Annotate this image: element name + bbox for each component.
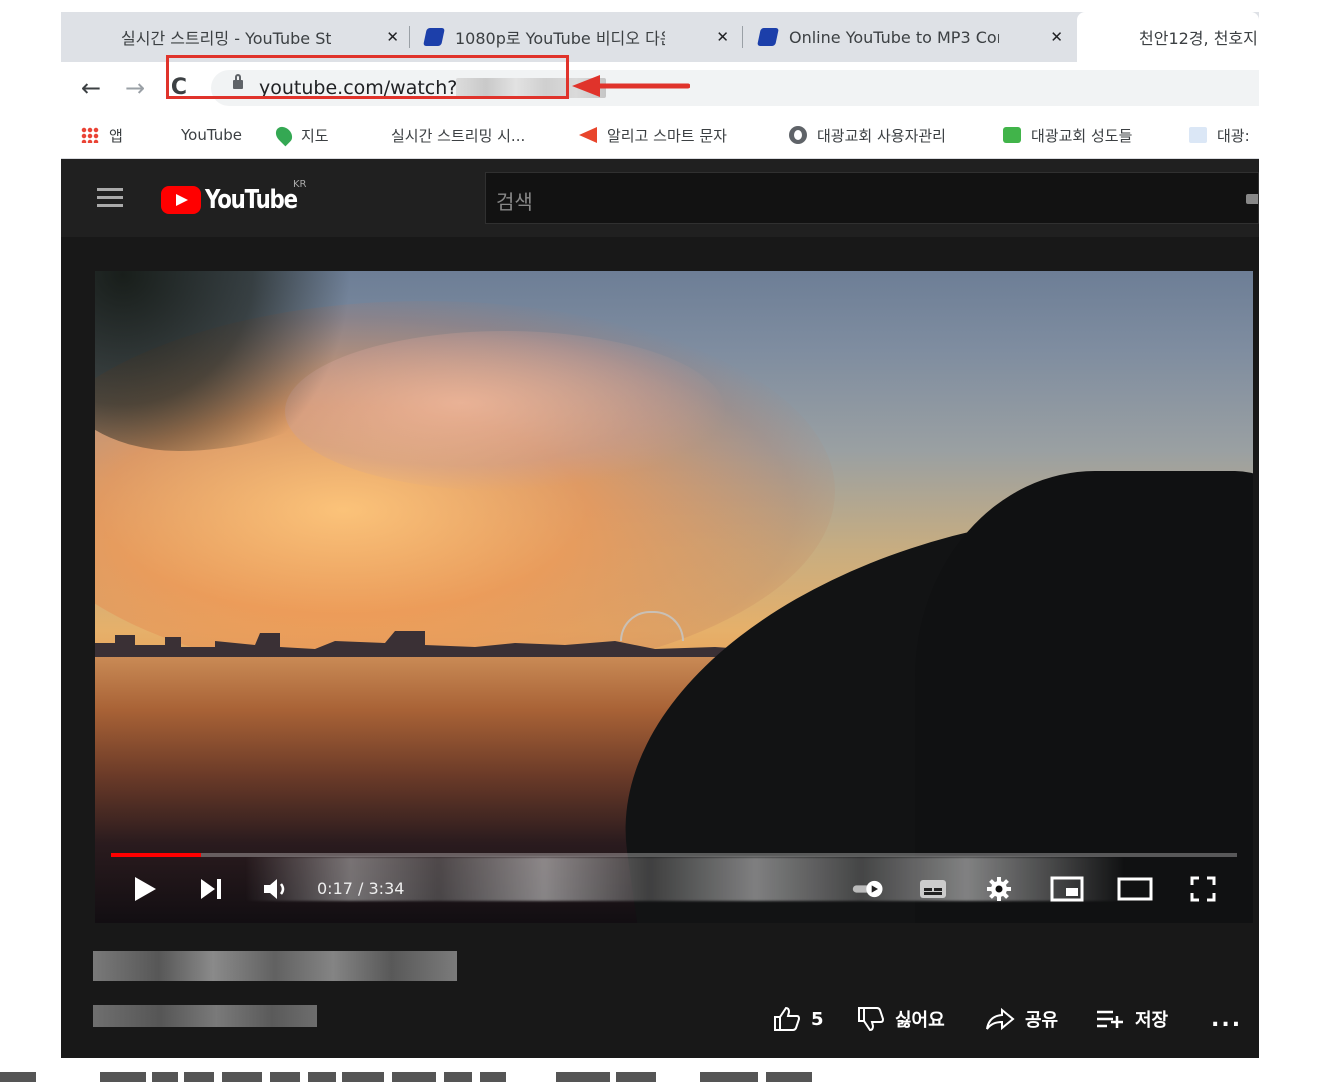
downloader-icon bbox=[423, 28, 445, 46]
bookmark-label: 알리고 스마트 문자 bbox=[607, 126, 727, 145]
maps-icon bbox=[272, 123, 296, 147]
tab-mp3-converter[interactable]: Online YouTube to MP3 Conver ✕ bbox=[757, 12, 1075, 62]
youtube-play-icon bbox=[161, 186, 201, 214]
volume-button[interactable] bbox=[259, 871, 295, 907]
search-input[interactable]: 검색 bbox=[485, 172, 1259, 224]
bookmark-label: 앱 bbox=[109, 126, 123, 145]
app-icon bbox=[1003, 127, 1021, 143]
tab-label: 1080p로 YouTube 비디오 다운로 bbox=[455, 29, 665, 48]
bookmark-user-admin[interactable]: 대광교회 사용자관리 bbox=[789, 124, 946, 146]
video-player[interactable]: 0:17 / 3:34 bbox=[95, 271, 1253, 923]
browser-window: 실시간 스트리밍 - YouTube Stud ✕ 1080p로 YouTube… bbox=[61, 12, 1259, 1058]
logo-text: YouTube bbox=[205, 185, 298, 215]
bookmark-label: 실시간 스트리밍 시... bbox=[391, 126, 526, 145]
bookmark-members[interactable]: 대광교회 성도들 bbox=[1003, 124, 1132, 146]
back-button[interactable]: ← bbox=[77, 74, 105, 102]
search-placeholder: 검색 bbox=[496, 190, 533, 214]
bookmark-label: 대광교회 성도들 bbox=[1031, 126, 1133, 145]
country-code: KR bbox=[293, 179, 307, 190]
settings-gear-icon[interactable] bbox=[981, 871, 1017, 907]
youtube-logo[interactable]: YouTube KR bbox=[161, 179, 317, 216]
share-label: 공유 bbox=[1025, 1010, 1059, 1031]
tab-label: Online YouTube to MP3 Conver bbox=[789, 27, 999, 47]
tab-label: 천안12경, 천호지 bbox=[1139, 29, 1258, 48]
bookmark-label: 대광: bbox=[1217, 126, 1250, 145]
downloader-icon bbox=[757, 28, 779, 46]
video-title-redacted bbox=[93, 951, 457, 981]
bookmark-label: 대광교회 사용자관리 bbox=[817, 126, 946, 145]
like-count: 5 bbox=[811, 1008, 824, 1030]
close-icon[interactable]: ✕ bbox=[1050, 28, 1063, 46]
cropped-caption bbox=[0, 1072, 812, 1082]
bookmark-daegwang[interactable]: 대광: bbox=[1189, 124, 1250, 146]
youtube-header: YouTube KR 검색 bbox=[61, 159, 1259, 237]
keyboard-icon[interactable] bbox=[1246, 194, 1258, 204]
close-icon[interactable]: ✕ bbox=[386, 28, 399, 46]
dislike-button[interactable]: 싫어요 bbox=[857, 1005, 945, 1033]
progress-fill bbox=[111, 853, 202, 857]
bookmark-label: 지도 bbox=[301, 126, 329, 145]
megaphone-icon bbox=[579, 127, 597, 143]
bookmark-maps[interactable]: 지도 bbox=[272, 123, 329, 147]
like-button[interactable]: 5 bbox=[773, 1005, 824, 1033]
theater-mode-button[interactable] bbox=[1117, 871, 1153, 907]
bookmarks-bar: 앱 YouTube 지도 실시간 스트리밍 시... 알리고 스마트 문자 대광… bbox=[61, 114, 1259, 289]
forward-button[interactable]: → bbox=[121, 74, 149, 102]
share-button[interactable]: 공유 bbox=[985, 1005, 1058, 1033]
more-actions-button[interactable]: ... bbox=[1211, 1007, 1242, 1032]
subtitles-button[interactable] bbox=[915, 871, 951, 907]
dislike-label: 싫어요 bbox=[895, 1010, 945, 1031]
globe-icon bbox=[789, 126, 807, 144]
youtube-page: YouTube KR 검색 0:17 / 3:34 5 싫어요 공유 저장 ..… bbox=[61, 159, 1259, 1058]
bookmark-label: YouTube bbox=[181, 126, 242, 144]
save-button[interactable]: 저장 bbox=[1095, 1005, 1168, 1033]
bookmark-aligo-sms[interactable]: 알리고 스마트 문자 bbox=[579, 124, 727, 146]
video-meta-redacted bbox=[93, 1005, 317, 1027]
miniplayer-button[interactable] bbox=[1049, 871, 1085, 907]
bookmark-youtube[interactable]: YouTube bbox=[153, 124, 242, 289]
fullscreen-button[interactable] bbox=[1185, 871, 1221, 907]
time-display: 0:17 / 3:34 bbox=[317, 879, 405, 898]
close-icon[interactable]: ✕ bbox=[716, 28, 729, 46]
tab-active-video[interactable]: 천안12경, 천호지 bbox=[1077, 12, 1259, 175]
url-highlight-box bbox=[166, 55, 569, 99]
tab-label: 실시간 스트리밍 - YouTube Stud bbox=[121, 29, 331, 48]
player-controls: 0:17 / 3:34 bbox=[95, 857, 1253, 913]
play-button[interactable] bbox=[127, 871, 163, 907]
bookmark-apps[interactable]: 앱 bbox=[81, 124, 123, 146]
bookmark-live-streaming[interactable]: 실시간 스트리밍 시... bbox=[363, 124, 526, 289]
menu-icon[interactable] bbox=[97, 188, 123, 208]
annotation-arrow-icon bbox=[572, 75, 690, 97]
autoplay-toggle[interactable] bbox=[851, 871, 887, 907]
doc-icon bbox=[1189, 127, 1207, 143]
apps-icon bbox=[81, 127, 99, 143]
next-button[interactable] bbox=[193, 871, 229, 907]
save-label: 저장 bbox=[1135, 1010, 1169, 1031]
